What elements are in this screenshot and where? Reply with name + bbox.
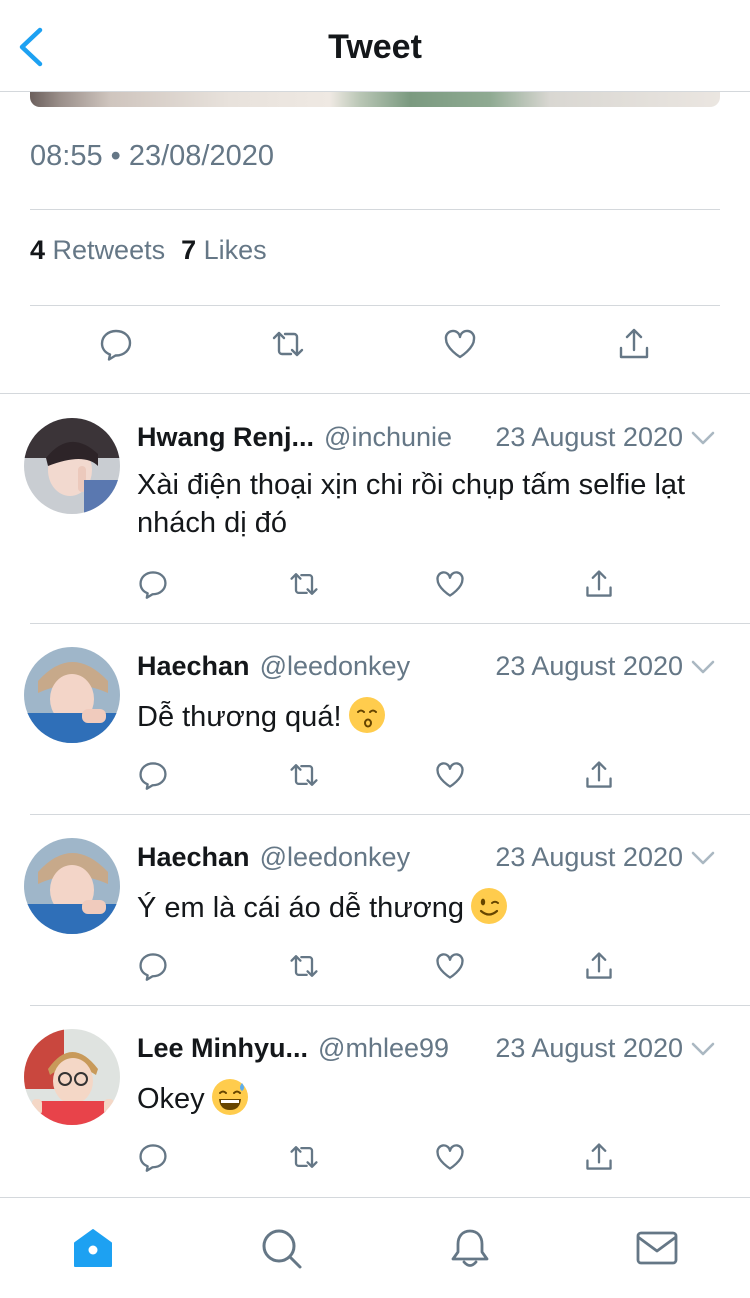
divider xyxy=(30,209,720,210)
section-divider xyxy=(0,393,750,394)
reply-header: Hwang Renj... @inchunie 23 August 2020 xyxy=(137,422,717,453)
reply-date: 23 August 2020 xyxy=(495,422,683,452)
reply-text: Ý em là cái áo dễ thương xyxy=(137,887,727,927)
reply-header: Haechan @leedonkey 23 August 2020 xyxy=(137,842,717,873)
home-icon[interactable] xyxy=(71,1226,115,1270)
retweet-icon[interactable] xyxy=(270,326,306,362)
reply-text: Dễ thương quá! xyxy=(137,696,727,736)
like-heart-icon[interactable] xyxy=(434,759,466,791)
reply-author-name[interactable]: Haechan xyxy=(137,651,250,681)
reply-action-bar xyxy=(137,759,617,795)
reply-text-content: Xài điện thoại xịn chi rồi chụp tấm self… xyxy=(137,469,686,539)
chevron-down-icon[interactable] xyxy=(689,653,717,681)
tweet-stats: 4 Retweets 7 Likes xyxy=(30,235,267,266)
avatar[interactable] xyxy=(24,1029,120,1125)
page-title: Tweet xyxy=(328,28,422,66)
reply-author-handle: @leedonkey xyxy=(259,842,411,872)
share-icon[interactable] xyxy=(583,950,615,982)
winking-face-emoji-icon xyxy=(471,888,508,924)
like-count: 7 xyxy=(181,235,197,265)
reply-text-content: Ý em là cái áo dễ thương xyxy=(137,892,465,924)
share-icon[interactable] xyxy=(583,1141,615,1173)
reply-action-bar xyxy=(137,950,617,986)
retweet-icon[interactable] xyxy=(288,759,320,791)
reply-text-content: Okey xyxy=(137,1083,205,1115)
bell-icon[interactable] xyxy=(448,1226,492,1270)
reply-icon[interactable] xyxy=(137,759,169,791)
share-icon[interactable] xyxy=(583,568,615,600)
like-label: Likes xyxy=(203,235,267,265)
reply-text-content: Dễ thương quá! xyxy=(137,701,342,733)
reply-date: 23 August 2020 xyxy=(495,1033,683,1063)
like-heart-icon[interactable] xyxy=(434,1141,466,1173)
like-stat[interactable]: 7 Likes xyxy=(181,235,267,265)
retweet-count: 4 xyxy=(30,235,46,265)
tweet-timestamp: 08:55 • 23/08/2020 xyxy=(30,140,274,172)
reply-icon[interactable] xyxy=(137,568,169,600)
reply-author-name[interactable]: Haechan xyxy=(137,842,250,872)
tweet-action-bar xyxy=(30,326,720,374)
reply-author-handle: @inchunie xyxy=(324,422,453,452)
like-heart-icon[interactable] xyxy=(434,950,466,982)
bottom-tab-bar xyxy=(0,1197,750,1298)
reply-action-bar xyxy=(137,568,617,604)
reply-icon[interactable] xyxy=(137,950,169,982)
share-icon[interactable] xyxy=(583,759,615,791)
reply-author-handle: @leedonkey xyxy=(259,651,411,681)
avatar[interactable] xyxy=(24,418,120,514)
retweet-icon[interactable] xyxy=(288,950,320,982)
share-icon[interactable] xyxy=(616,326,652,362)
reply-divider xyxy=(30,1005,750,1006)
divider xyxy=(30,305,720,306)
reply-header: Lee Minhyu... @mhlee99 23 August 2020 xyxy=(137,1033,717,1064)
reply-date: 23 August 2020 xyxy=(495,651,683,681)
header-bar: Tweet xyxy=(0,0,750,92)
mail-icon[interactable] xyxy=(635,1226,679,1270)
retweet-icon[interactable] xyxy=(288,1141,320,1173)
header-divider xyxy=(0,91,750,92)
reply-icon[interactable] xyxy=(137,1141,169,1173)
like-heart-icon[interactable] xyxy=(442,326,478,362)
chevron-down-icon[interactable] xyxy=(689,1035,717,1063)
retweet-label: Retweets xyxy=(52,235,166,265)
reply-divider xyxy=(30,623,750,624)
reply-text: Xài điện thoại xịn chi rồi chụp tấm self… xyxy=(137,466,727,542)
reply-action-bar xyxy=(137,1141,617,1177)
reply-author-name[interactable]: Lee Minhyu... xyxy=(137,1033,308,1063)
reply-author-name[interactable]: Hwang Renj... xyxy=(137,422,314,452)
reply-header: Haechan @leedonkey 23 August 2020 xyxy=(137,651,717,682)
retweet-icon[interactable] xyxy=(288,568,320,600)
chevron-down-icon[interactable] xyxy=(689,424,717,452)
kissing-face-emoji-icon xyxy=(348,697,385,733)
avatar[interactable] xyxy=(24,647,120,743)
like-heart-icon[interactable] xyxy=(434,568,466,600)
search-icon[interactable] xyxy=(259,1226,303,1270)
retweet-stat[interactable]: 4 Retweets xyxy=(30,235,165,265)
chevron-down-icon[interactable] xyxy=(689,844,717,872)
reply-icon[interactable] xyxy=(98,326,134,362)
reply-author-handle: @mhlee99 xyxy=(318,1033,450,1063)
avatar[interactable] xyxy=(24,838,120,934)
reply-divider xyxy=(30,814,750,815)
reply-date: 23 August 2020 xyxy=(495,842,683,872)
grinning-sweat-face-emoji-icon xyxy=(211,1079,248,1115)
reply-text: Okey xyxy=(137,1078,727,1118)
tweet-media-image[interactable] xyxy=(30,92,720,107)
